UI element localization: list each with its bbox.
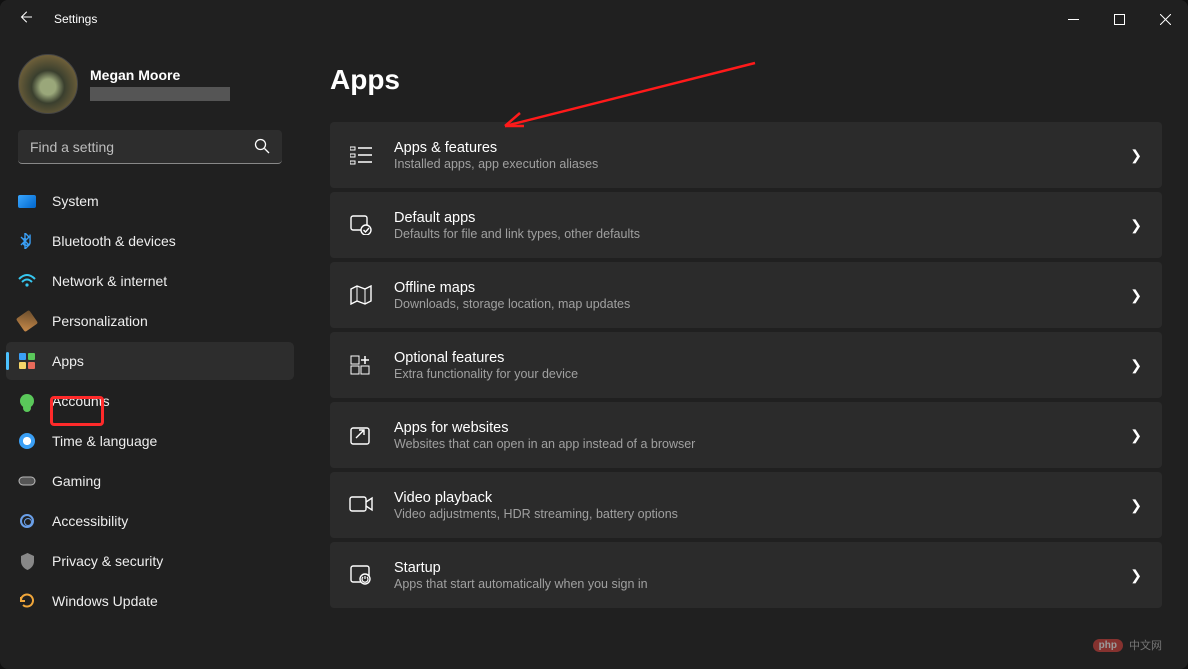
sidebar-item-label: Bluetooth & devices bbox=[52, 233, 176, 249]
chevron-right-icon: ❯ bbox=[1130, 217, 1142, 234]
user-name: Megan Moore bbox=[90, 67, 230, 83]
sidebar-item-apps[interactable]: Apps bbox=[6, 342, 294, 380]
watermark: php 中文网 bbox=[1093, 637, 1162, 653]
sidebar-item-label: Windows Update bbox=[52, 593, 158, 609]
card-subtitle: Apps that start automatically when you s… bbox=[394, 577, 1130, 591]
sidebar-item-accessibility[interactable]: Accessibility bbox=[6, 502, 294, 540]
search-icon bbox=[254, 138, 270, 159]
card-apps-features[interactable]: Apps & featuresInstalled apps, app execu… bbox=[330, 122, 1162, 188]
sidebar-item-privacy[interactable]: Privacy & security bbox=[6, 542, 294, 580]
watermark-logo: php bbox=[1093, 639, 1123, 652]
back-icon[interactable] bbox=[18, 10, 32, 29]
default-apps-icon bbox=[348, 212, 374, 238]
main-content: Apps Apps & featuresInstalled apps, app … bbox=[300, 38, 1188, 669]
titlebar: Settings bbox=[0, 0, 1188, 38]
card-subtitle: Extra functionality for your device bbox=[394, 367, 1130, 381]
watermark-text: 中文网 bbox=[1129, 637, 1162, 653]
map-icon bbox=[348, 282, 374, 308]
sidebar-item-label: Network & internet bbox=[52, 273, 167, 289]
card-title: Startup bbox=[394, 560, 1130, 576]
card-title: Apps for websites bbox=[394, 420, 1130, 436]
sidebar-item-label: Accounts bbox=[52, 393, 110, 409]
card-subtitle: Installed apps, app execution aliases bbox=[394, 157, 1130, 171]
apps-grid-icon bbox=[18, 352, 36, 370]
paintbrush-icon bbox=[18, 312, 36, 330]
sidebar-item-system[interactable]: System bbox=[6, 182, 294, 220]
list-icon bbox=[348, 142, 374, 168]
window-title: Settings bbox=[54, 12, 97, 26]
nav: System ປ︎ Bluetooth & devices Network & … bbox=[0, 182, 300, 620]
system-icon bbox=[18, 192, 36, 210]
card-title: Optional features bbox=[394, 350, 1130, 366]
sidebar-item-gaming[interactable]: Gaming bbox=[6, 462, 294, 500]
sidebar-item-label: Privacy & security bbox=[52, 553, 163, 569]
sidebar-item-label: Apps bbox=[52, 353, 84, 369]
video-icon bbox=[348, 492, 374, 518]
card-subtitle: Video adjustments, HDR streaming, batter… bbox=[394, 507, 1130, 521]
sidebar-item-network[interactable]: Network & internet bbox=[6, 262, 294, 300]
card-subtitle: Downloads, storage location, map updates bbox=[394, 297, 1130, 311]
sidebar-item-time-language[interactable]: Time & language bbox=[6, 422, 294, 460]
maximize-button[interactable] bbox=[1096, 3, 1142, 35]
sidebar-item-accounts[interactable]: Accounts bbox=[6, 382, 294, 420]
page-title: Apps bbox=[330, 64, 1162, 96]
user-email-redacted bbox=[90, 87, 230, 101]
card-apps-for-websites[interactable]: Apps for websitesWebsites that can open … bbox=[330, 402, 1162, 468]
avatar bbox=[18, 54, 78, 114]
gaming-icon bbox=[18, 472, 36, 490]
user-block[interactable]: Megan Moore bbox=[0, 48, 300, 130]
update-icon bbox=[18, 592, 36, 610]
accessibility-icon bbox=[18, 512, 36, 530]
card-startup[interactable]: StartupApps that start automatically whe… bbox=[330, 542, 1162, 608]
chevron-right-icon: ❯ bbox=[1130, 357, 1142, 374]
card-title: Offline maps bbox=[394, 280, 1130, 296]
card-title: Default apps bbox=[394, 210, 1130, 226]
sidebar-item-label: Gaming bbox=[52, 473, 101, 489]
open-external-icon bbox=[348, 422, 374, 448]
sidebar-item-personalization[interactable]: Personalization bbox=[6, 302, 294, 340]
card-default-apps[interactable]: Default appsDefaults for file and link t… bbox=[330, 192, 1162, 258]
search-container bbox=[18, 130, 282, 164]
grid-plus-icon bbox=[348, 352, 374, 378]
card-subtitle: Websites that can open in an app instead… bbox=[394, 437, 1130, 451]
chevron-right-icon: ❯ bbox=[1130, 287, 1142, 304]
minimize-button[interactable] bbox=[1050, 3, 1096, 35]
settings-window: Settings Megan Moore bbox=[0, 0, 1188, 669]
chevron-right-icon: ❯ bbox=[1130, 147, 1142, 164]
card-title: Video playback bbox=[394, 490, 1130, 506]
sidebar: Megan Moore System ປ︎ Bluetooth & device… bbox=[0, 38, 300, 669]
person-icon bbox=[18, 392, 36, 410]
search-input[interactable] bbox=[18, 130, 282, 164]
settings-card-list: Apps & featuresInstalled apps, app execu… bbox=[330, 122, 1162, 608]
close-button[interactable] bbox=[1142, 3, 1188, 35]
card-title: Apps & features bbox=[394, 140, 1130, 156]
startup-icon bbox=[348, 562, 374, 588]
sidebar-item-label: Time & language bbox=[52, 433, 157, 449]
sidebar-item-label: Personalization bbox=[52, 313, 148, 329]
chevron-right-icon: ❯ bbox=[1130, 497, 1142, 514]
card-subtitle: Defaults for file and link types, other … bbox=[394, 227, 1130, 241]
card-offline-maps[interactable]: Offline mapsDownloads, storage location,… bbox=[330, 262, 1162, 328]
sidebar-item-windows-update[interactable]: Windows Update bbox=[6, 582, 294, 620]
sidebar-item-label: Accessibility bbox=[52, 513, 128, 529]
card-optional-features[interactable]: Optional featuresExtra functionality for… bbox=[330, 332, 1162, 398]
sidebar-item-label: System bbox=[52, 193, 99, 209]
shield-icon bbox=[18, 552, 36, 570]
sidebar-item-bluetooth[interactable]: ປ︎ Bluetooth & devices bbox=[6, 222, 294, 260]
bluetooth-icon: ປ︎ bbox=[18, 232, 36, 250]
wifi-icon bbox=[18, 272, 36, 290]
clock-globe-icon bbox=[18, 432, 36, 450]
chevron-right-icon: ❯ bbox=[1130, 567, 1142, 584]
chevron-right-icon: ❯ bbox=[1130, 427, 1142, 444]
card-video-playback[interactable]: Video playbackVideo adjustments, HDR str… bbox=[330, 472, 1162, 538]
